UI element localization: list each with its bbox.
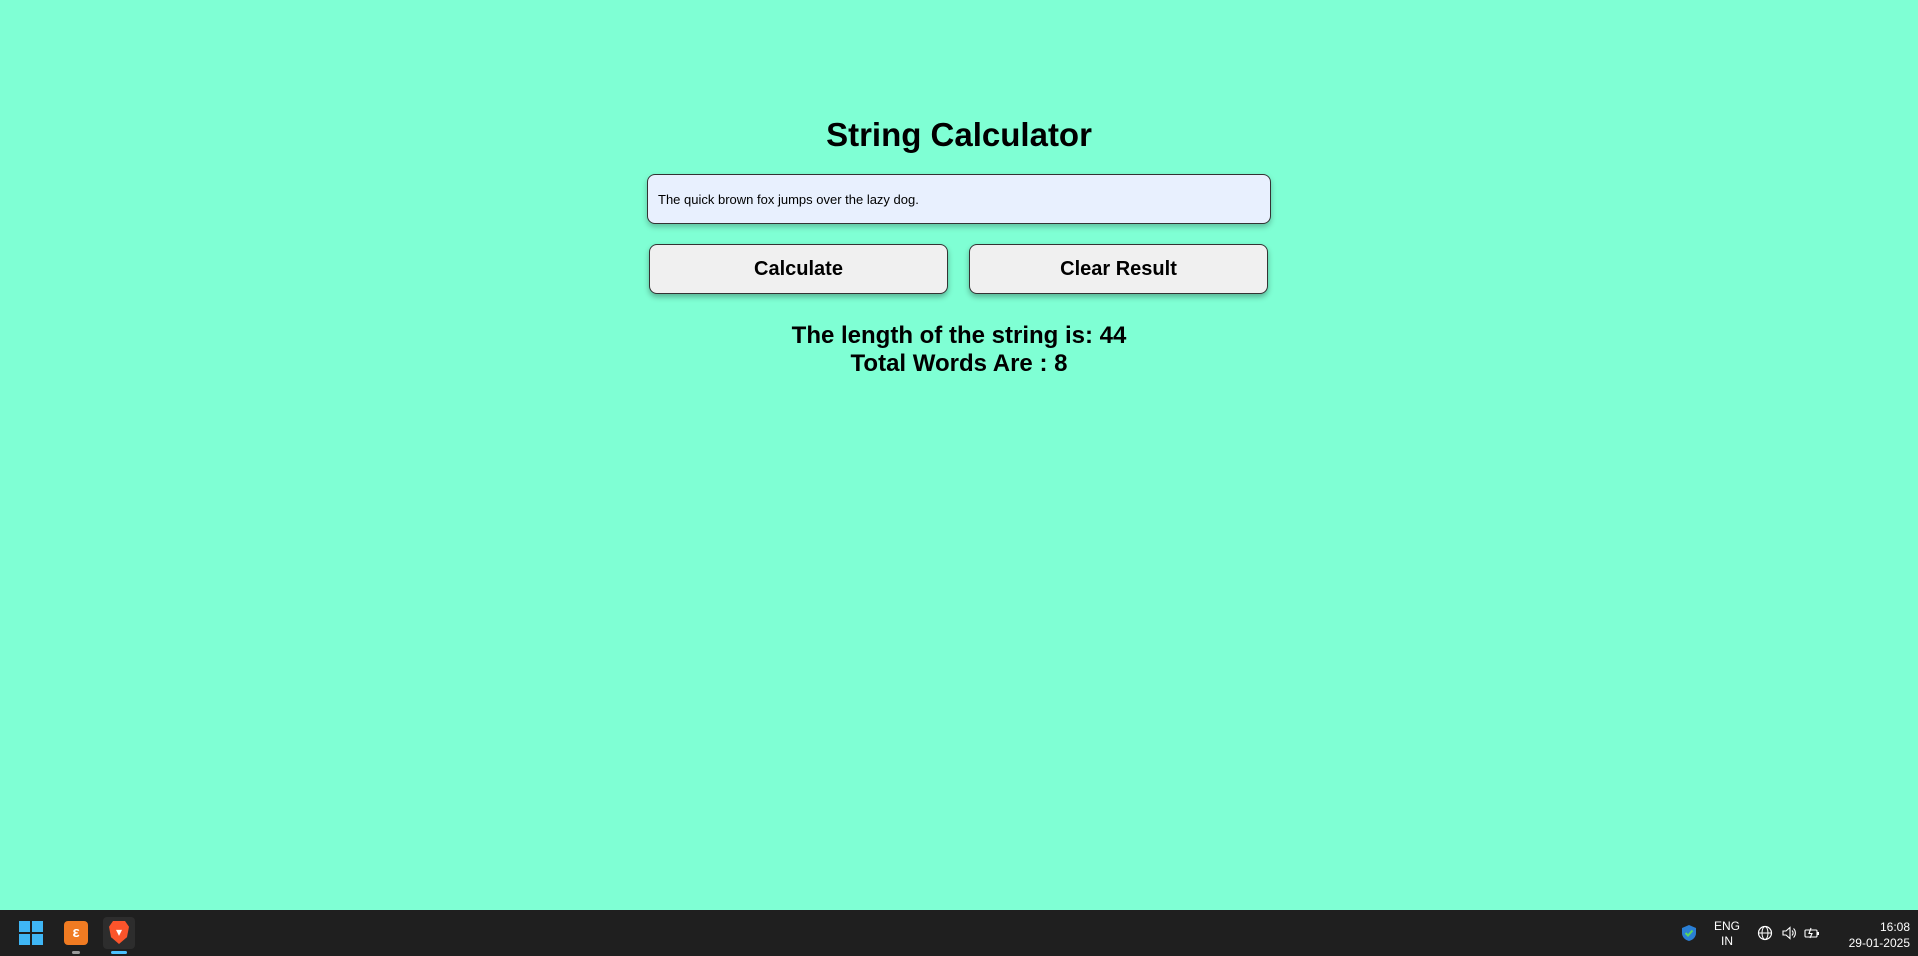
language-indicator[interactable]: ENG IN xyxy=(1712,919,1742,949)
clock-time: 16:08 xyxy=(1879,920,1910,934)
language-code: ENG xyxy=(1713,919,1740,933)
brave-active-indicator xyxy=(111,951,127,954)
clear-result-button[interactable]: Clear Result xyxy=(969,244,1268,294)
taskbar: ε ▾ ENG IN 16:08 29-01-2025 xyxy=(0,910,1918,956)
clock[interactable]: 16:08 29-01-2025 xyxy=(1830,919,1910,951)
page-title: String Calculator xyxy=(826,116,1092,153)
brave-browser-icon[interactable]: ▾ xyxy=(103,917,135,949)
word-count-result: Total Words Are : 8 xyxy=(850,350,1068,377)
xampp-icon[interactable]: ε xyxy=(60,917,92,949)
region-code: IN xyxy=(1721,934,1733,948)
string-length-result: The length of the string is: 44 xyxy=(791,322,1127,349)
battery-icon[interactable] xyxy=(1804,925,1820,941)
string-input[interactable] xyxy=(647,174,1271,224)
xampp-running-indicator xyxy=(72,951,80,954)
result-area: The length of the string is: 44 Total Wo… xyxy=(0,322,1918,378)
security-shield-icon[interactable] xyxy=(1681,924,1697,942)
clock-date: 29-01-2025 xyxy=(1848,936,1910,950)
network-globe-icon[interactable] xyxy=(1757,925,1773,941)
page-body: String Calculator Calculate Clear Result… xyxy=(0,0,1918,910)
calculate-button[interactable]: Calculate xyxy=(649,244,948,294)
speaker-icon[interactable] xyxy=(1781,925,1797,941)
windows-start-icon[interactable] xyxy=(15,917,47,949)
